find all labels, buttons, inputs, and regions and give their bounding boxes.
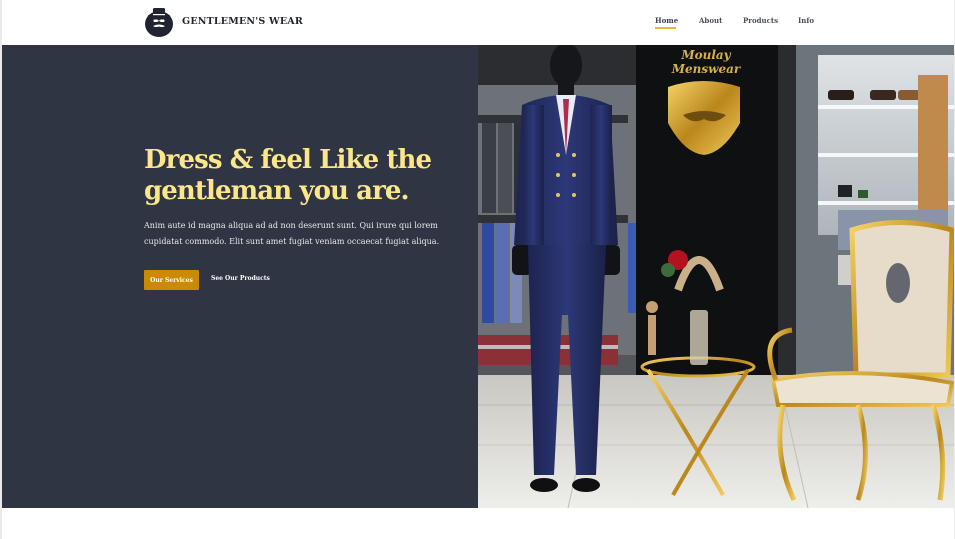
nav-about[interactable]: About bbox=[699, 16, 722, 25]
nav-active-indicator bbox=[655, 27, 676, 29]
store-sign-line2: Menswear bbox=[671, 62, 742, 76]
store-display-illustration: Moulay Menswear bbox=[478, 45, 954, 508]
see-products-link[interactable]: See Our Products bbox=[211, 275, 270, 282]
nav-products[interactable]: Products bbox=[743, 16, 778, 25]
hero-description: Anim aute id magna aliqua ad ad non dese… bbox=[144, 221, 440, 246]
main-nav: Home About Products Info bbox=[655, 16, 835, 30]
nav-home[interactable]: Home bbox=[655, 16, 678, 25]
nav-info[interactable]: Info bbox=[798, 16, 814, 25]
store-sign-line1: Moulay bbox=[680, 48, 731, 62]
hero-section: Dress & feel Like the gentleman you are.… bbox=[2, 45, 954, 508]
hero-photo: Moulay Menswear bbox=[478, 45, 954, 508]
bearded-gentleman-icon[interactable] bbox=[144, 6, 174, 38]
hero-text-panel: Dress & feel Like the gentleman you are.… bbox=[2, 45, 478, 508]
brand-name[interactable]: GENTLEMEN'S WEAR bbox=[182, 16, 303, 27]
site-header: GENTLEMEN'S WEAR Home About Products Inf… bbox=[2, 0, 954, 45]
our-services-button[interactable]: Our Services bbox=[144, 270, 199, 290]
hero-title: Dress & feel Like the gentleman you are. bbox=[144, 145, 432, 206]
